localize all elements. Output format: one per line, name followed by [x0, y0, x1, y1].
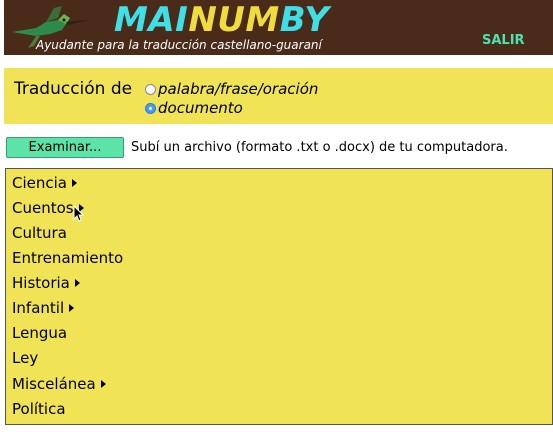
submenu-arrow-icon	[100, 380, 106, 388]
category-label: Ciencia	[12, 174, 67, 192]
category-label: Cultura	[12, 224, 67, 242]
upload-hint: Subí un archivo (formato .txt o .docx) d…	[131, 140, 508, 155]
submenu-arrow-icon	[71, 179, 77, 187]
logout-link[interactable]: SALIR	[482, 33, 525, 48]
app-tagline: Ayudante para la traducción castellano-g…	[36, 38, 322, 52]
app-brand: MAINUMBY	[114, 0, 329, 42]
translation-type-panel: Traducción de palabra/frase/oración docu…	[4, 68, 553, 124]
translation-type-label: Traducción de	[14, 79, 133, 99]
category-item-ley[interactable]: Ley	[12, 349, 38, 367]
category-item-cultura[interactable]: Cultura	[12, 224, 67, 242]
category-label: Miscelánea	[12, 375, 96, 393]
mouse-pointer-icon	[73, 205, 85, 222]
category-label: Infantil	[12, 299, 65, 317]
radio-phrase[interactable]	[145, 84, 156, 95]
category-item-entrenamiento[interactable]: Entrenamiento	[12, 249, 123, 267]
category-label: Ley	[12, 349, 39, 367]
category-label: Política	[12, 400, 66, 418]
submenu-arrow-icon	[69, 304, 75, 312]
brand-part-3: BY	[279, 0, 330, 40]
app-header: MAINUMBY Ayudante para la traducción cas…	[4, 0, 553, 55]
category-label: Cuentos	[12, 199, 74, 217]
radio-document[interactable]	[145, 103, 156, 114]
option-document-label: documento	[158, 99, 243, 117]
category-label: Entrenamiento	[12, 249, 124, 267]
category-item-miscelanea[interactable]: Miscelánea	[12, 375, 106, 393]
category-item-politica[interactable]: Política	[12, 400, 66, 418]
category-item-lengua[interactable]: Lengua	[12, 324, 67, 342]
brand-part-2: NUM	[188, 0, 280, 40]
option-document[interactable]: documento	[145, 99, 243, 117]
option-phrase[interactable]: palabra/frase/oración	[145, 80, 318, 98]
browse-button[interactable]: Examinar...	[6, 137, 124, 158]
brand-part-1: MAI	[114, 0, 189, 40]
submenu-arrow-icon	[74, 279, 80, 287]
category-item-infantil[interactable]: Infantil	[12, 299, 75, 317]
category-label: Historia	[12, 274, 70, 292]
category-item-historia[interactable]: Historia	[12, 274, 80, 292]
category-label: Lengua	[12, 324, 68, 342]
category-list: Ciencia Cuentos Cultura Entrenamiento Hi…	[5, 168, 553, 425]
category-item-ciencia[interactable]: Ciencia	[12, 174, 77, 192]
option-phrase-label: palabra/frase/oración	[158, 80, 319, 98]
